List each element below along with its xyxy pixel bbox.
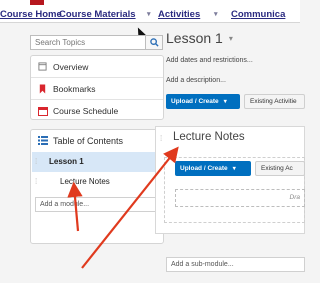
arrow-to-lecture-notes-icon [67,181,83,232]
annotation-arrows [67,146,179,269]
arrow-to-card-icon [81,146,179,269]
